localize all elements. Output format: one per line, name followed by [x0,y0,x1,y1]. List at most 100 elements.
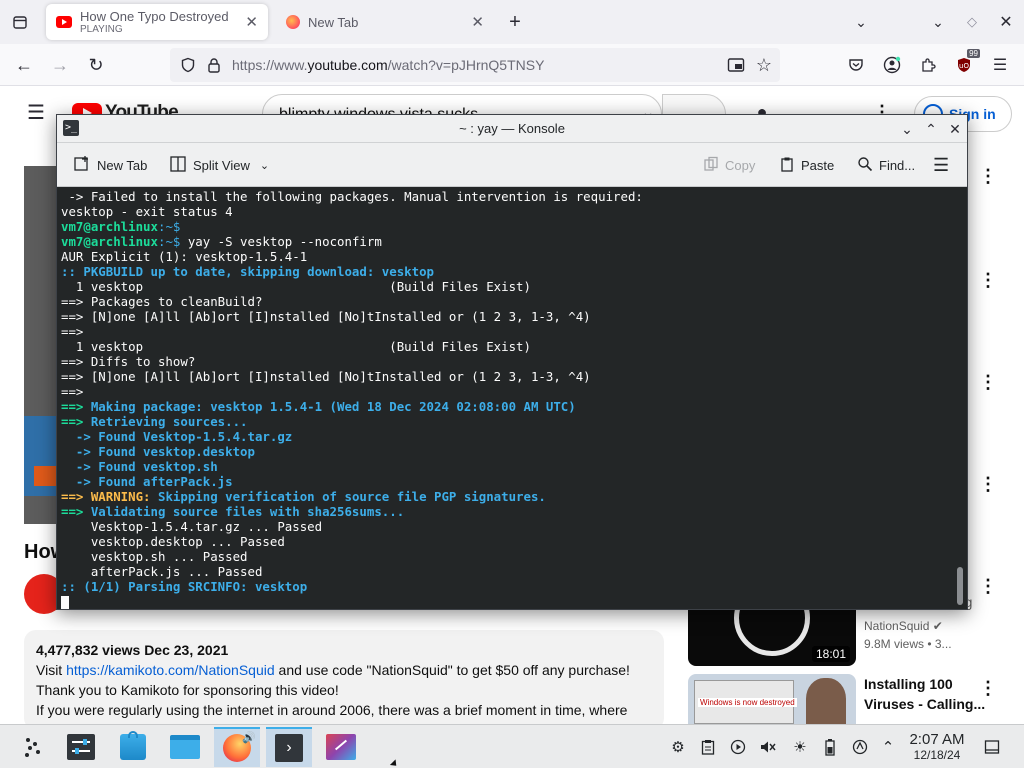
terminal-line: ==> [61,384,84,399]
new-tab-button[interactable]: + [503,10,527,34]
network-icon[interactable] [850,737,870,757]
tab-list-icon[interactable] [8,10,32,34]
hamburger-menu-icon[interactable]: ☰ [988,53,1012,77]
url-text[interactable]: https://www.youtube.com/watch?v=pJHrnQ5T… [232,57,544,73]
chevron-down-icon: ⌄ [259,159,270,172]
terminal-line: ==> [N]one [A]ll [Ab]ort [I]nstalled [No… [61,309,591,324]
recommendation-title[interactable]: Installing 100 [864,676,953,692]
show-desktop-icon[interactable] [982,737,1002,757]
window-close-icon[interactable]: ✕ [994,10,1018,34]
video-options-kebab-icon[interactable]: ⋮ [976,574,1000,598]
clock-time: 2:07 AM [909,731,965,748]
konsole-toolbar: New Tab Split View ⌄ Copy Paste Find... … [57,143,967,187]
recommendation-title[interactable]: Viruses - Calling... [864,696,985,712]
pocket-icon[interactable] [844,53,868,77]
terminal-output[interactable]: -> Failed to install the following packa… [57,187,967,609]
tab-new-tab[interactable]: New Tab ✕ [276,4,494,40]
tab-youtube[interactable]: How One Typo Destroyed PLAYING ✕ [46,4,268,40]
terminal-line: ==> Packages to cleanBuild? [61,294,263,309]
terminal-line: ==> WARNING: Skipping verification of so… [61,489,546,504]
description-line-2: Thank you to Kamikoto for sponsoring thi… [36,682,339,698]
video-options-kebab-icon[interactable]: ⋮ [976,164,1000,188]
terminal-line: ==> Retrieving sources... [61,414,248,429]
ublock-origin-icon[interactable]: uO 99 [952,49,980,77]
terminal-line: -> Found Vesktop-1.5.4.tar.gz [61,429,293,444]
tab-playing-status: PLAYING [80,24,123,35]
video-options-kebab-icon[interactable]: ⋮ [976,472,1000,496]
terminal-line: ==> [N]one [A]ll [Ab]ort [I]nstalled [No… [61,369,591,384]
terminal-line: :: (1/1) Parsing SRCINFO: vesktop [61,579,308,594]
screenshot-tool-icon[interactable] [318,727,364,767]
padlock-icon[interactable] [202,53,226,77]
back-arrow-icon[interactable]: ← [12,53,36,77]
account-icon[interactable] [880,53,904,77]
system-settings-icon[interactable] [58,727,104,767]
terminal-prompt-line[interactable] [61,594,963,609]
picture-in-picture-icon[interactable] [724,53,748,77]
terminal-line: vesktop.desktop ... Passed [61,534,285,549]
close-tab-icon[interactable]: ✕ [471,13,484,31]
maximize-icon[interactable]: ⌃ [919,117,943,141]
terminal-line: afterPack.js ... Passed [61,564,263,579]
discover-store-icon[interactable] [110,727,156,767]
kamikoto-link[interactable]: https://kamikoto.com/NationSquid [66,662,275,678]
konsole-window[interactable]: >_ ~ : yay — Konsole ⌄ ⌃ ✕ New Tab Split… [56,114,968,610]
minimize-icon[interactable]: ⌄ [895,117,919,141]
kde-connect-icon[interactable]: ⚙ [668,737,688,757]
application-launcher-icon[interactable] [10,727,56,767]
search-icon [857,156,873,175]
terminal-line: vesktop.sh ... Passed [61,549,248,564]
extensions-puzzle-icon[interactable] [916,53,940,77]
forward-arrow-icon[interactable]: → [48,53,72,77]
window-minimize-icon[interactable]: ⌄ [926,10,950,34]
terminal-line: -> Found afterPack.js [61,474,233,489]
tab-title: How One Typo Destroyed [80,9,229,24]
brightness-icon[interactable]: ☀ [790,737,810,757]
reload-icon[interactable]: ↻ [84,53,108,77]
thumbnail-caption: Windows is now destroyed [698,698,797,707]
terminal-line: ==> Making package: vesktop 1.5.4-1 (Wed… [61,399,576,414]
terminal-line: :: PKGBUILD up to date, skipping downloa… [61,264,434,279]
recommendation-thumbnail[interactable]: Windows is now destroyed [688,674,856,724]
terminal-line: ==> Diffs to show? [61,354,196,369]
media-player-icon[interactable] [728,737,748,757]
recommendation-meta: 9.8M views • 3... [864,637,952,651]
clock-date: 12/18/24 [913,748,961,762]
copy-button[interactable]: Copy [703,153,755,177]
find-button[interactable]: Find... [857,153,915,177]
url-bar[interactable]: https://www.youtube.com/watch?v=pJHrnQ5T… [170,48,780,82]
close-icon[interactable]: ✕ [943,117,967,141]
split-view-button[interactable]: Split View ⌄ [169,153,269,177]
terminal-line: -> Found vesktop.sh [61,459,218,474]
description-line-3: If you were regularly using the internet… [36,702,628,718]
firefox-task-icon[interactable]: 🔊 [214,727,260,767]
bookmark-star-icon[interactable]: ☆ [752,53,776,77]
recommendation-thumbnail[interactable]: 18:01 [688,610,856,666]
paste-button[interactable]: Paste [779,153,834,177]
clock[interactable]: 2:07 AM 12/18/24 [906,731,968,762]
terminal-line: vm7@archlinux:~$ yay -S vesktop --noconf… [61,234,382,249]
battery-icon[interactable] [820,737,840,757]
tracking-shield-icon[interactable] [176,53,200,77]
konsole-task-icon[interactable]: › [266,727,312,767]
video-options-kebab-icon[interactable]: ⋮ [976,268,1000,292]
list-all-tabs-icon[interactable]: ⌄ [849,10,873,34]
volume-muted-icon[interactable] [758,737,778,757]
guide-menu-icon[interactable]: ☰ [24,100,48,124]
youtube-favicon-icon [56,16,72,28]
terminal-line: 1 vesktop (Build Files Exist) [61,279,531,294]
new-tab-button[interactable]: New Tab [73,153,147,177]
window-maximize-icon[interactable]: ◇ [960,10,984,34]
hamburger-menu-icon[interactable]: ☰ [933,153,949,177]
close-tab-icon[interactable]: ✕ [245,13,258,31]
extension-badge: 99 [967,49,980,58]
video-options-kebab-icon[interactable]: ⋮ [976,370,1000,394]
svg-text:uO: uO [959,62,969,70]
file-manager-icon[interactable] [162,727,208,767]
konsole-titlebar[interactable]: >_ ~ : yay — Konsole ⌄ ⌃ ✕ [57,115,967,143]
terminal-scrollbar[interactable] [957,567,963,605]
terminal-line: -> Failed to install the following packa… [61,189,643,204]
video-duration: 18:01 [811,646,850,662]
show-hidden-icons-chevron-up-icon[interactable]: ⌃ [878,737,898,757]
clipboard-icon[interactable] [698,737,718,757]
